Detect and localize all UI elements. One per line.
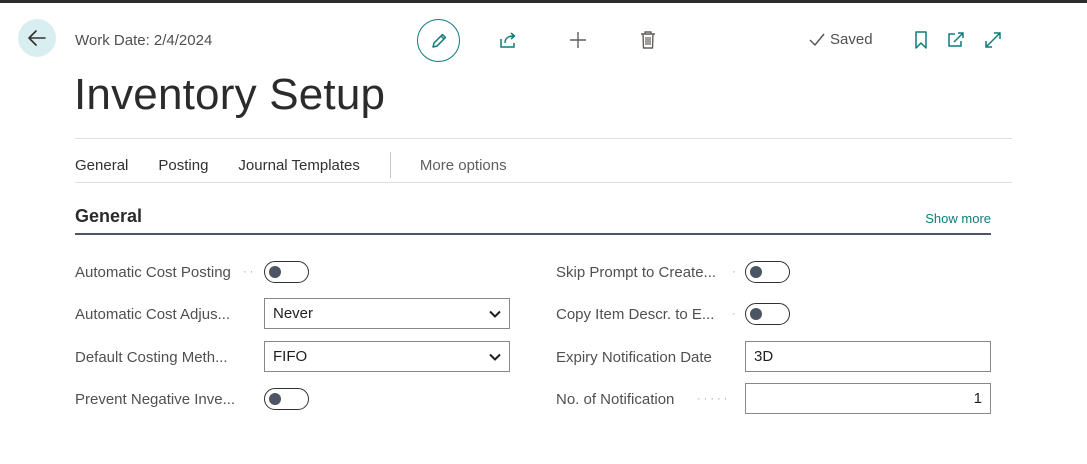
share-button[interactable] bbox=[496, 28, 520, 52]
input-value: 3D bbox=[754, 348, 774, 365]
toggle-knob bbox=[269, 266, 281, 278]
bookmark-button[interactable] bbox=[910, 28, 932, 52]
copy-item-descr-toggle[interactable] bbox=[745, 303, 790, 325]
field-label-default-costing-method: Default Costing Meth... bbox=[75, 349, 228, 366]
field-label-automatic-cost-posting: Automatic Cost Posting bbox=[75, 264, 231, 281]
tabs-top-divider bbox=[75, 138, 1012, 139]
saved-status: Saved bbox=[808, 31, 873, 48]
tab-posting[interactable]: Posting bbox=[158, 157, 208, 174]
automatic-cost-posting-toggle[interactable] bbox=[264, 261, 309, 283]
toggle-knob bbox=[750, 308, 762, 320]
input-value: 1 bbox=[973, 390, 982, 407]
top-border bbox=[0, 0, 1087, 3]
field-label-prevent-negative-inventory: Prevent Negative Inve... bbox=[75, 391, 236, 408]
prevent-negative-inventory-toggle[interactable] bbox=[264, 388, 309, 410]
tab-general[interactable]: General bbox=[75, 157, 128, 174]
bookmark-icon bbox=[915, 31, 927, 49]
show-more-link[interactable]: Show more bbox=[925, 211, 991, 226]
field-label-expiry-notification-date: Expiry Notification Date bbox=[556, 349, 712, 366]
no-of-notification-input[interactable]: 1 bbox=[745, 383, 991, 414]
share-icon bbox=[500, 32, 516, 48]
checkmark-icon bbox=[809, 33, 825, 46]
new-button[interactable] bbox=[566, 28, 590, 52]
open-in-new-window-icon bbox=[948, 32, 964, 47]
work-date[interactable]: Work Date: 2/4/2024 bbox=[75, 32, 212, 49]
page-title: Inventory Setup bbox=[74, 70, 386, 119]
chevron-down-icon bbox=[489, 310, 501, 318]
trash-icon bbox=[641, 31, 655, 49]
field-dots: ····· bbox=[697, 393, 731, 405]
field-dots: · bbox=[732, 266, 739, 278]
section-title-general[interactable]: General bbox=[75, 206, 142, 227]
delete-button[interactable] bbox=[636, 28, 660, 52]
field-dots: · bbox=[732, 308, 739, 320]
plus-icon bbox=[570, 32, 586, 48]
field-label-automatic-cost-adjustment: Automatic Cost Adjus... bbox=[75, 306, 231, 323]
back-button[interactable] bbox=[18, 19, 56, 57]
default-costing-method-select[interactable]: FIFO bbox=[264, 341, 510, 372]
expiry-notification-date-input[interactable]: 3D bbox=[745, 341, 991, 372]
tabs-bottom-divider bbox=[75, 182, 1012, 183]
field-label-copy-item-descr: Copy Item Descr. to E... bbox=[556, 306, 715, 323]
pencil-icon bbox=[431, 33, 446, 48]
field-label-skip-prompt: Skip Prompt to Create... bbox=[556, 264, 717, 281]
edit-button[interactable] bbox=[417, 19, 460, 62]
expand-button[interactable] bbox=[981, 28, 1005, 52]
toggle-knob bbox=[269, 393, 281, 405]
toggle-knob bbox=[750, 266, 762, 278]
arrow-left-icon bbox=[28, 30, 46, 46]
open-new-window-button[interactable] bbox=[944, 28, 968, 52]
field-dots: ·· bbox=[243, 266, 257, 278]
tab-journal-templates[interactable]: Journal Templates bbox=[238, 157, 359, 174]
tabs-separator bbox=[389, 152, 391, 178]
section-underline bbox=[75, 233, 991, 235]
expand-icon bbox=[985, 32, 1001, 48]
select-value: FIFO bbox=[273, 348, 308, 365]
chevron-down-icon bbox=[489, 353, 501, 361]
skip-prompt-toggle[interactable] bbox=[745, 261, 790, 283]
saved-label: Saved bbox=[830, 31, 873, 48]
select-value: Never bbox=[273, 305, 314, 322]
more-options-button[interactable]: More options bbox=[420, 157, 507, 174]
field-label-no-of-notification: No. of Notification bbox=[556, 391, 675, 408]
action-tabs: General Posting Journal Templates More o… bbox=[75, 152, 507, 178]
automatic-cost-adjustment-select[interactable]: Never bbox=[264, 298, 510, 329]
